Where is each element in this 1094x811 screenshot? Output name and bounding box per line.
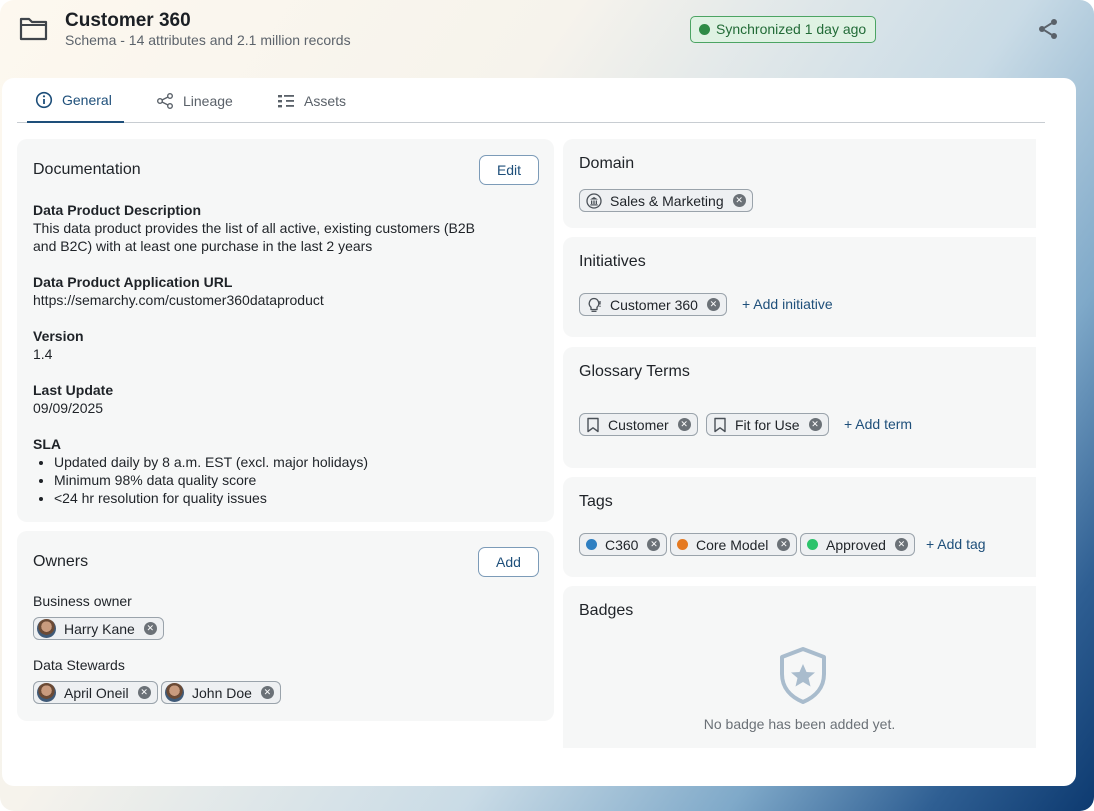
remove-icon[interactable]: ✕ (894, 538, 908, 551)
description-label: Data Product Description (33, 202, 202, 218)
tab-assets[interactable]: Assets (277, 78, 346, 123)
description-line-2: and B2C) with at least one purchase in t… (33, 238, 373, 254)
remove-icon[interactable]: ✕ (137, 686, 151, 699)
sla-item: Updated daily by 8 a.m. EST (excl. major… (54, 453, 368, 471)
glossary-term-name: Customer (608, 416, 669, 433)
last-update-value: 09/09/2025 (33, 400, 104, 416)
tag-name: Core Model (696, 536, 769, 553)
domain-title: Domain (579, 155, 635, 172)
description-line-1: This data product provides the list of a… (33, 220, 475, 236)
avatar (37, 619, 56, 638)
tab-lineage-label: Lineage (183, 92, 233, 109)
tag-color-dot (677, 539, 688, 550)
tab-assets-label: Assets (304, 92, 347, 109)
header: Customer 360 Schema - 14 attributes and … (0, 0, 1094, 78)
remove-icon[interactable]: ✕ (732, 194, 746, 207)
status-dot-icon (699, 24, 710, 35)
sla-item: <24 hr resolution for quality issues (54, 489, 368, 507)
sla-list: Updated daily by 8 a.m. EST (excl. major… (54, 453, 368, 507)
initiatives-title: Initiatives (579, 253, 646, 270)
badges-card: Badges No badge has been added yet. (563, 586, 1036, 748)
owners-card: Owners Add Business owner Harry Kane ✕ D… (17, 531, 554, 721)
tab-general[interactable]: General (27, 78, 124, 123)
info-icon (35, 91, 53, 108)
sync-status-text: Synchronized 1 day ago (716, 21, 867, 37)
steward-name: April Oneil (64, 684, 129, 701)
initiative-name: Customer 360 (610, 296, 698, 313)
edit-button[interactable]: Edit (479, 155, 539, 185)
remove-icon[interactable]: ✕ (677, 418, 691, 431)
tag-chip[interactable]: C360 ✕ (579, 533, 668, 556)
remove-icon[interactable]: ✕ (777, 538, 791, 551)
version-value: 1.4 (33, 346, 53, 362)
documentation-title: Documentation (33, 161, 141, 178)
steward-chip[interactable]: April Oneil ✕ (33, 681, 158, 704)
owners-title: Owners (33, 553, 89, 570)
version-label: Version (33, 328, 84, 344)
business-owner-label: Business owner (33, 593, 132, 609)
owner-chip[interactable]: Harry Kane ✕ (33, 617, 164, 640)
remove-icon[interactable]: ✕ (706, 298, 720, 311)
page-title: Customer 360 (65, 10, 191, 31)
sla-item: Minimum 98% data quality score (54, 471, 368, 489)
url-value: https://semarchy.com/customer360dataprod… (33, 292, 324, 308)
badges-title: Badges (579, 602, 634, 619)
avatar (37, 683, 56, 702)
bookmark-icon (714, 417, 726, 432)
list-icon (278, 94, 294, 107)
tag-color-dot (586, 539, 597, 550)
shield-star-icon (780, 647, 826, 704)
steward-name: John Doe (192, 684, 252, 701)
remove-icon[interactable]: ✕ (647, 538, 661, 551)
tag-chip[interactable]: Approved ✕ (800, 533, 915, 556)
domain-name: Sales & Marketing (610, 192, 724, 209)
app-window: Customer 360 Schema - 14 attributes and … (0, 0, 1094, 811)
tag-color-dot (807, 539, 818, 550)
glossary-title: Glossary Terms (579, 363, 690, 380)
main-panel: General Lineage Assets Documentation Edi… (2, 78, 1076, 786)
sync-status-badge: Synchronized 1 day ago (690, 16, 876, 43)
url-label: Data Product Application URL (33, 274, 233, 290)
glossary-term-name: Fit for Use (735, 416, 800, 433)
bank-icon (586, 192, 602, 209)
glossary-card: Glossary Terms Customer ✕ Fit for Use ✕ (563, 347, 1036, 468)
sla-label: SLA (33, 436, 61, 452)
steward-chip[interactable]: John Doe ✕ (161, 681, 281, 704)
initiative-chip[interactable]: Customer 360 ✕ (579, 293, 727, 316)
folder-icon (19, 17, 48, 41)
glossary-term-chip[interactable]: Fit for Use ✕ (706, 413, 829, 436)
last-update-label: Last Update (33, 382, 114, 398)
remove-icon[interactable]: ✕ (808, 418, 822, 431)
bookmark-icon (587, 417, 599, 432)
glossary-term-chip[interactable]: Customer ✕ (579, 413, 698, 436)
page-subtitle: Schema - 14 attributes and 2.1 million r… (65, 32, 351, 48)
tag-name: Approved (826, 536, 886, 553)
tab-bar: General Lineage Assets (17, 78, 1045, 123)
tags-title: Tags (579, 493, 613, 510)
owner-name: Harry Kane (64, 620, 135, 637)
tag-name: C360 (605, 536, 639, 553)
documentation-card: Documentation Edit Data Product Descript… (17, 139, 554, 522)
tab-general-label: General (62, 91, 112, 108)
remove-icon[interactable]: ✕ (143, 622, 157, 635)
add-owner-button[interactable]: Add (478, 547, 539, 577)
lightbulb-icon (588, 297, 601, 312)
tag-chip[interactable]: Core Model ✕ (670, 533, 798, 556)
initiatives-card: Initiatives Customer 360 ✕ + Add initiat… (563, 237, 1036, 337)
add-term-link[interactable]: + Add term (844, 416, 912, 432)
tags-card: Tags C360 ✕ Core Model ✕ Approved ✕ + Ad… (563, 477, 1036, 577)
remove-icon[interactable]: ✕ (260, 686, 274, 699)
tab-lineage[interactable]: Lineage (156, 78, 233, 123)
share-icon[interactable] (1036, 17, 1060, 41)
lineage-icon (157, 92, 173, 109)
add-tag-link[interactable]: + Add tag (926, 536, 986, 552)
domain-card: Domain Sales & Marketing ✕ (563, 139, 1036, 228)
data-stewards-label: Data Stewards (33, 657, 125, 673)
domain-chip[interactable]: Sales & Marketing ✕ (579, 189, 753, 212)
add-initiative-link[interactable]: + Add initiative (742, 296, 833, 312)
avatar (165, 683, 184, 702)
badges-empty-text: No badge has been added yet. (703, 716, 896, 732)
